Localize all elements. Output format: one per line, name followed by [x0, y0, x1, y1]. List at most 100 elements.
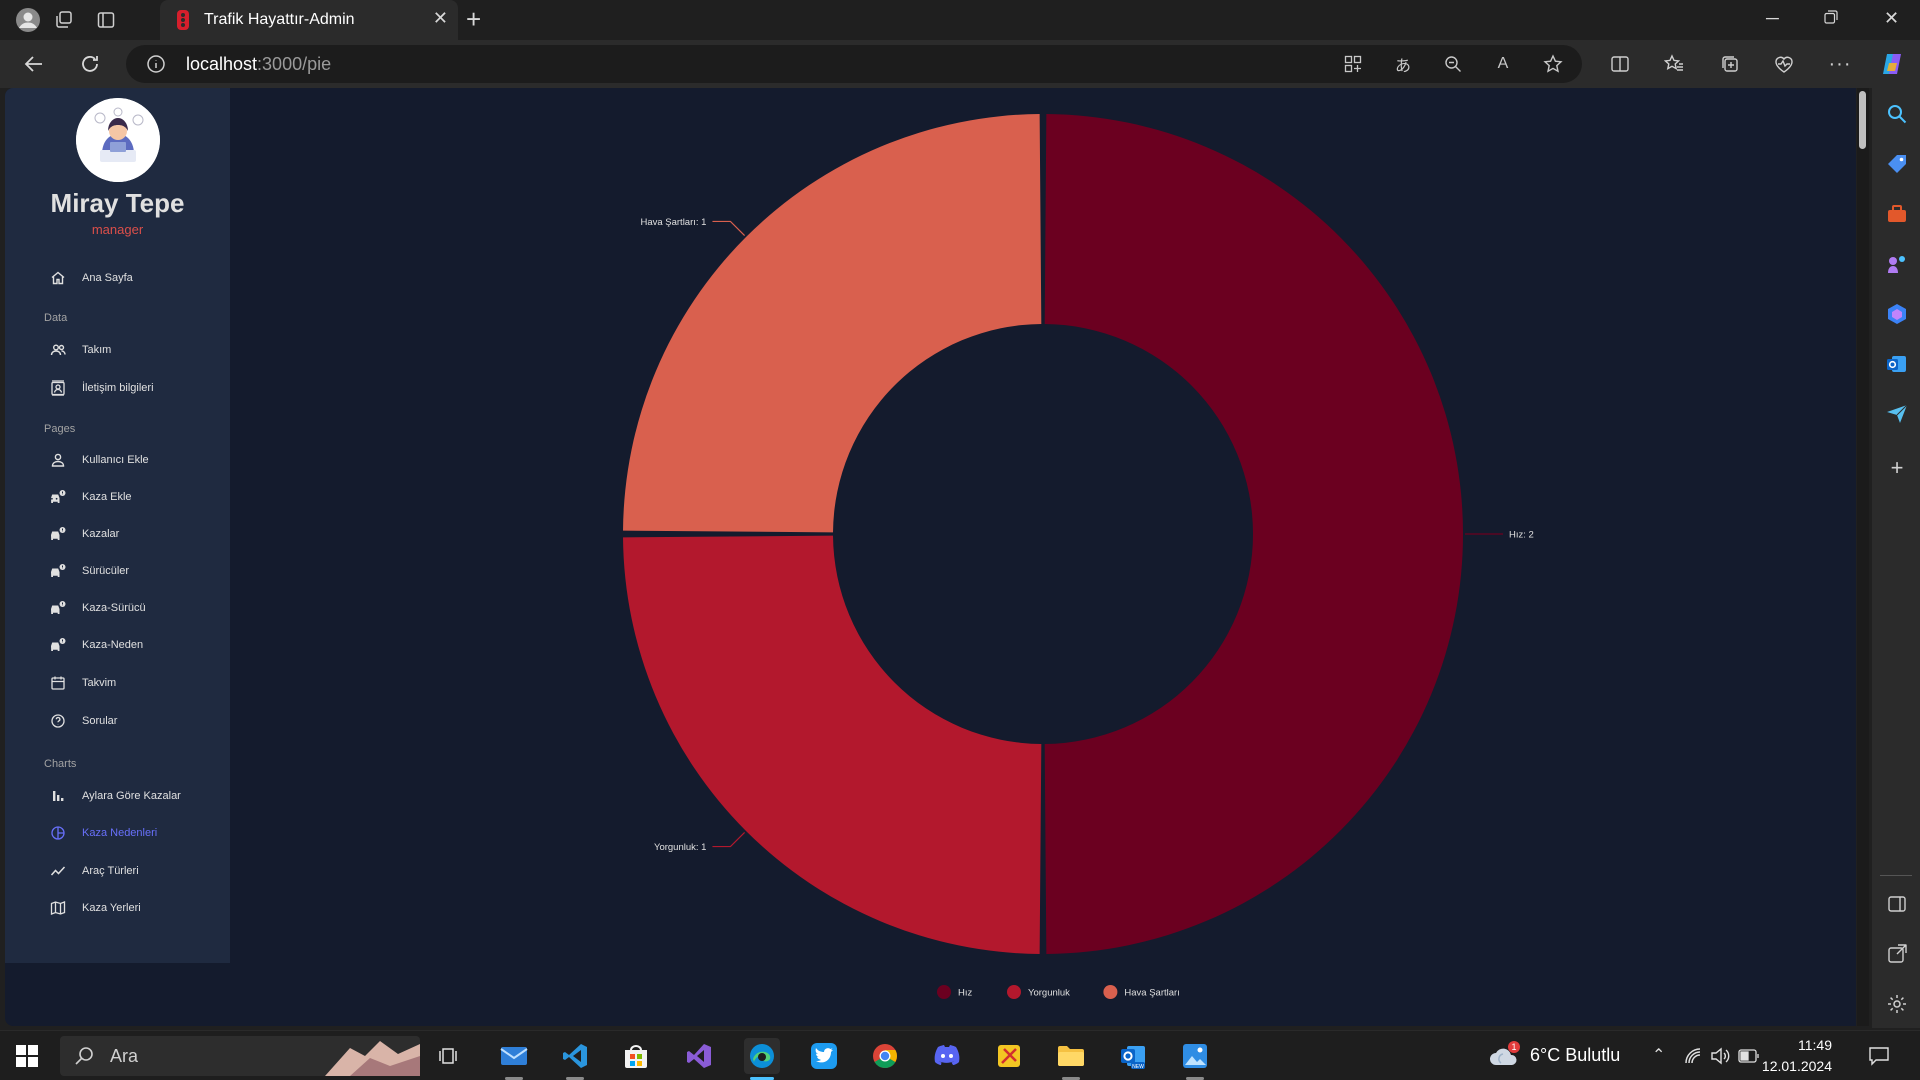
edge-browser-icon[interactable]: [744, 1038, 780, 1080]
microsoft-store-icon[interactable]: [618, 1038, 654, 1074]
section-charts: Charts: [44, 758, 77, 770]
menu-item-kaza-ekle[interactable]: Kaza Ekle: [50, 484, 132, 510]
browser-essentials-icon[interactable]: [1770, 50, 1798, 78]
app-available-icon[interactable]: [1342, 53, 1364, 75]
clock-time: 11:49: [1798, 1037, 1832, 1053]
menu-item-kaza-surucu[interactable]: Kaza-Sürücü: [50, 595, 146, 621]
legend-symbol[interactable]: [937, 985, 951, 999]
address-bar[interactable]: localhost:3000/pie あ A: [126, 45, 1582, 83]
browser-tab[interactable]: Trafik Hayattır-Admin ✕: [160, 0, 458, 40]
photos-icon[interactable]: [1177, 1038, 1213, 1080]
chrome-icon[interactable]: [867, 1038, 903, 1074]
mail-app-icon[interactable]: [496, 1038, 532, 1080]
weather-text[interactable]: 6°C Bulutlu: [1530, 1045, 1620, 1066]
pie-slice-2[interactable]: [623, 535, 1042, 954]
settings-gear-icon[interactable]: [1886, 993, 1908, 1015]
sidebar: Miray Tepe manager Ana Sayfa Data Takım …: [5, 88, 230, 963]
menu-item-takvim[interactable]: Takvim: [50, 670, 116, 696]
car-crash-icon: [51, 490, 66, 503]
split-screen-icon[interactable]: [1606, 50, 1634, 78]
menu-item-sorular[interactable]: Sorular: [50, 708, 117, 734]
pie-slice-3[interactable]: [623, 114, 1042, 533]
menu-item-aylara-gore-kazalar[interactable]: Aylara Göre Kazalar: [50, 783, 181, 809]
people-icon: [50, 344, 66, 356]
zoom-out-icon[interactable]: [1442, 53, 1464, 75]
volume-icon[interactable]: [1710, 1047, 1730, 1065]
minimize-button[interactable]: ─: [1766, 8, 1779, 29]
arc-label: Hız: 2: [1509, 530, 1534, 541]
snip-sketch-icon[interactable]: [991, 1038, 1027, 1074]
file-explorer-icon[interactable]: [1053, 1038, 1089, 1080]
traffic-light-icon: [177, 10, 189, 30]
site-info-icon[interactable]: [146, 54, 166, 74]
close-window-button[interactable]: ✕: [1884, 8, 1899, 29]
menu-label: Takvim: [82, 677, 117, 689]
menu-item-kaza-neden[interactable]: Kaza-Neden: [50, 632, 143, 658]
outlook-new-icon[interactable]: NEW: [1115, 1038, 1151, 1074]
twitter-icon[interactable]: [806, 1038, 842, 1074]
close-tab-icon[interactable]: ✕: [433, 8, 448, 29]
games-icon[interactable]: [1886, 253, 1908, 275]
avatar: [76, 98, 160, 182]
legend-symbol[interactable]: [1103, 985, 1118, 999]
scrollbar-thumb[interactable]: [1859, 91, 1866, 149]
favorite-star-icon[interactable]: [1542, 53, 1564, 75]
new-tab-button[interactable]: +: [466, 5, 481, 33]
notifications-icon[interactable]: [1868, 1046, 1890, 1066]
more-menu-icon[interactable]: ···: [1826, 50, 1854, 78]
menu-item-arac-turleri[interactable]: Araç Türleri: [50, 858, 139, 884]
wifi-icon[interactable]: [1684, 1047, 1702, 1065]
back-button[interactable]: [20, 50, 48, 78]
workspaces-icon[interactable]: [50, 6, 78, 34]
hide-sidebar-icon[interactable]: [1886, 893, 1908, 915]
send-icon[interactable]: [1886, 403, 1908, 425]
vscode-icon[interactable]: [557, 1038, 593, 1080]
legend-label[interactable]: Yorgunluk: [1028, 988, 1070, 999]
menu-item-kaza-nedenleri[interactable]: Kaza Nedenleri: [50, 820, 157, 846]
menu-label: İletişim bilgileri: [82, 382, 154, 394]
chevron-up-icon[interactable]: ⌃: [1652, 1045, 1665, 1065]
shopping-tag-icon[interactable]: [1886, 153, 1908, 175]
legend-symbol[interactable]: [1007, 985, 1021, 999]
legend-label[interactable]: Hava Şartları: [1124, 988, 1179, 999]
menu-label: Sürücüler: [82, 565, 130, 577]
collections-icon[interactable]: [1716, 50, 1744, 78]
read-aloud-icon[interactable]: A: [1492, 53, 1514, 75]
taskbar-search[interactable]: Ara: [60, 1036, 420, 1076]
menu-item-kullanici-ekle[interactable]: Kullanıcı Ekle: [50, 447, 149, 473]
legend-label[interactable]: Hız: [958, 988, 973, 999]
menu-item-iletisim-bilgileri[interactable]: İletişim bilgileri: [50, 375, 154, 401]
copilot-m365-icon[interactable]: [1886, 303, 1908, 325]
translate-icon[interactable]: あ: [1392, 53, 1414, 75]
menu-label: Kaza Yerleri: [82, 902, 141, 914]
url-text: localhost:3000/pie: [186, 54, 332, 74]
copilot-icon[interactable]: [1878, 50, 1906, 78]
menu-item-ana-sayfa[interactable]: Ana Sayfa: [50, 265, 133, 291]
taskbar-clock[interactable]: 11:49 12.01.2024: [1752, 1035, 1832, 1077]
visual-studio-icon[interactable]: [681, 1038, 717, 1074]
outlook-icon[interactable]: [1886, 353, 1908, 375]
pie-slice-1[interactable]: [1044, 114, 1464, 954]
profile-icon[interactable]: [14, 6, 42, 34]
menu-item-suruculer[interactable]: Sürücüler: [50, 558, 129, 584]
menu-label: Kaza Ekle: [82, 491, 132, 503]
windows-start-icon[interactable]: [16, 1045, 38, 1067]
favorites-icon[interactable]: [1660, 50, 1688, 78]
task-view-icon[interactable]: [432, 1038, 468, 1074]
search-highlight-image: [325, 1041, 420, 1076]
menu-item-kaza-yerleri[interactable]: Kaza Yerleri: [50, 895, 141, 921]
user-name: Miray Tepe: [50, 188, 185, 218]
restore-button[interactable]: [1824, 8, 1838, 29]
open-external-icon[interactable]: [1886, 943, 1908, 965]
page-scrollbar[interactable]: [1857, 88, 1869, 1026]
car-crash-icon: [51, 638, 66, 651]
menu-item-takim[interactable]: Takım: [50, 337, 111, 363]
discord-icon[interactable]: [929, 1038, 965, 1074]
search-icon[interactable]: [1886, 103, 1908, 125]
tab-actions-icon[interactable]: [92, 6, 120, 34]
search-icon: [75, 1047, 93, 1065]
refresh-button[interactable]: [76, 50, 104, 78]
menu-item-kazalar[interactable]: Kazalar: [50, 521, 119, 547]
tools-icon[interactable]: [1886, 203, 1908, 225]
add-icon[interactable]: +: [1886, 457, 1908, 480]
